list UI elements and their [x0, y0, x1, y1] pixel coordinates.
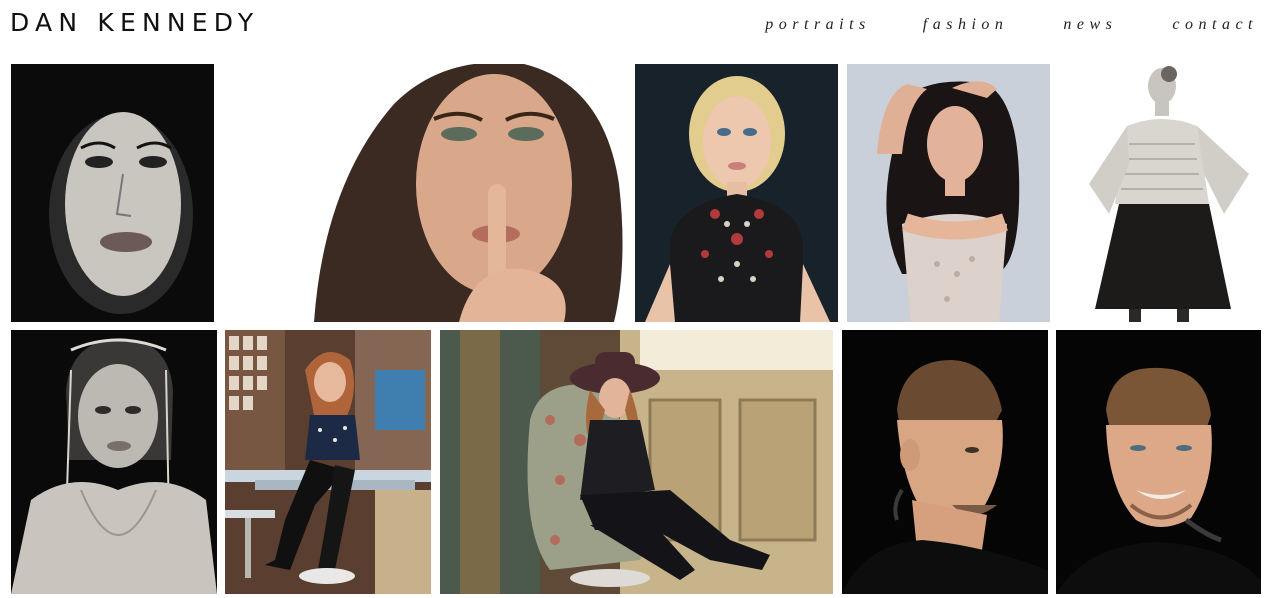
nav-link-news[interactable]: news	[1063, 16, 1117, 34]
photo-bw-woman-portrait[interactable]	[11, 64, 214, 322]
photo-woman-seated-collage-wall[interactable]	[225, 330, 431, 594]
nav-link-contact[interactable]: contact	[1172, 16, 1258, 34]
photo-man-tattoo-profile[interactable]	[842, 330, 1048, 594]
photo-woman-finger-to-lips[interactable]	[224, 64, 628, 322]
photo-blonde-woman-jeweled-dress[interactable]	[635, 64, 838, 322]
photo-bw-woman-headpiece[interactable]	[11, 330, 217, 594]
site-logo[interactable]: DAN KENNEDY	[10, 8, 259, 37]
photo-man-smiling-tattoo[interactable]	[1056, 330, 1261, 594]
photo-woman-lace-dress-arm-raised[interactable]	[847, 64, 1050, 322]
main-nav: portraits fashion news contact	[765, 16, 1258, 34]
nav-link-portraits[interactable]: portraits	[765, 16, 871, 34]
photo-bw-woman-sweater-skirt[interactable]	[1059, 64, 1262, 322]
photo-woman-hat-armchair[interactable]	[440, 330, 833, 594]
nav-link-fashion[interactable]: fashion	[923, 16, 1009, 34]
